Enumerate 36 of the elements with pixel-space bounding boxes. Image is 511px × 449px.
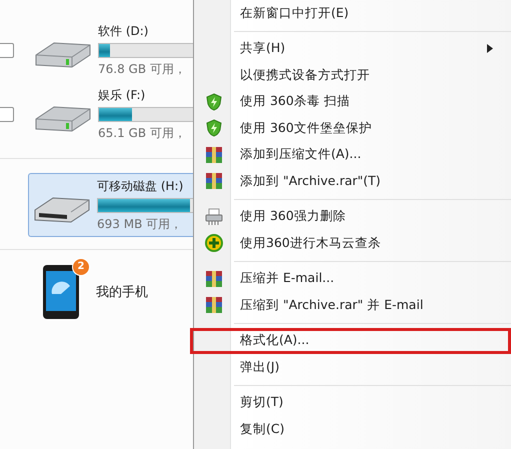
archive-icon [205,146,223,164]
menu-item[interactable]: 复制(C) [194,416,511,442]
notification-badge: 2 [72,258,90,276]
drive-name: 娱乐 (F:) [98,86,146,104]
menu-item[interactable]: 添加到压缩文件(A)... [194,142,511,168]
archive-icon [205,296,223,314]
menu-item[interactable]: 在新窗口中打开(E) [194,0,511,26]
device-name: 我的手机 [96,284,148,301]
plus-icon [205,234,223,252]
archive-icon [205,172,223,190]
menu-item[interactable]: 剪切(T) [194,390,511,416]
menu-item[interactable]: 共享(H) [194,36,511,62]
shield-icon [206,119,222,138]
menu-item[interactable]: 使用 360文件堡垒保护 [194,115,511,142]
menu-item[interactable]: 以便携式设备方式打开 [194,62,511,88]
menu-item[interactable]: 使用 360强力删除 [194,204,511,230]
menu-item[interactable]: 压缩并 E-mail... [194,266,511,292]
free-space-text: 693 MB 可用， [97,216,184,232]
phone-icon [42,264,80,320]
drive-name: 软件 (D:) [98,22,150,40]
drive-name: 可移动磁盘 (H:) [97,178,184,194]
shredder-icon [205,208,223,226]
free-space-text: 76.8 GB 可用， [98,60,187,78]
menu-item[interactable]: 弹出(J) [194,354,511,380]
menu-item[interactable]: 压缩到 "Archive.rar" 并 E-mail [194,292,511,318]
shield-icon [206,92,222,111]
checkbox[interactable] [0,106,14,122]
submenu-arrow-icon [487,44,493,54]
menu-item[interactable]: 使用360进行木马云查杀 [194,230,511,256]
drive-tile[interactable]: 可移动磁盘 (H:) 693 MB 可用， [28,173,193,237]
menu-item[interactable]: 使用 360杀毒 扫描 [194,88,511,115]
free-space-text: 65.1 GB 可用， [98,124,187,142]
menu-item[interactable]: 格式化(A)... [190,328,511,354]
archive-icon [205,270,223,288]
menu-item[interactable]: 添加到 "Archive.rar"(T) [194,168,511,194]
checkbox[interactable] [0,42,14,58]
